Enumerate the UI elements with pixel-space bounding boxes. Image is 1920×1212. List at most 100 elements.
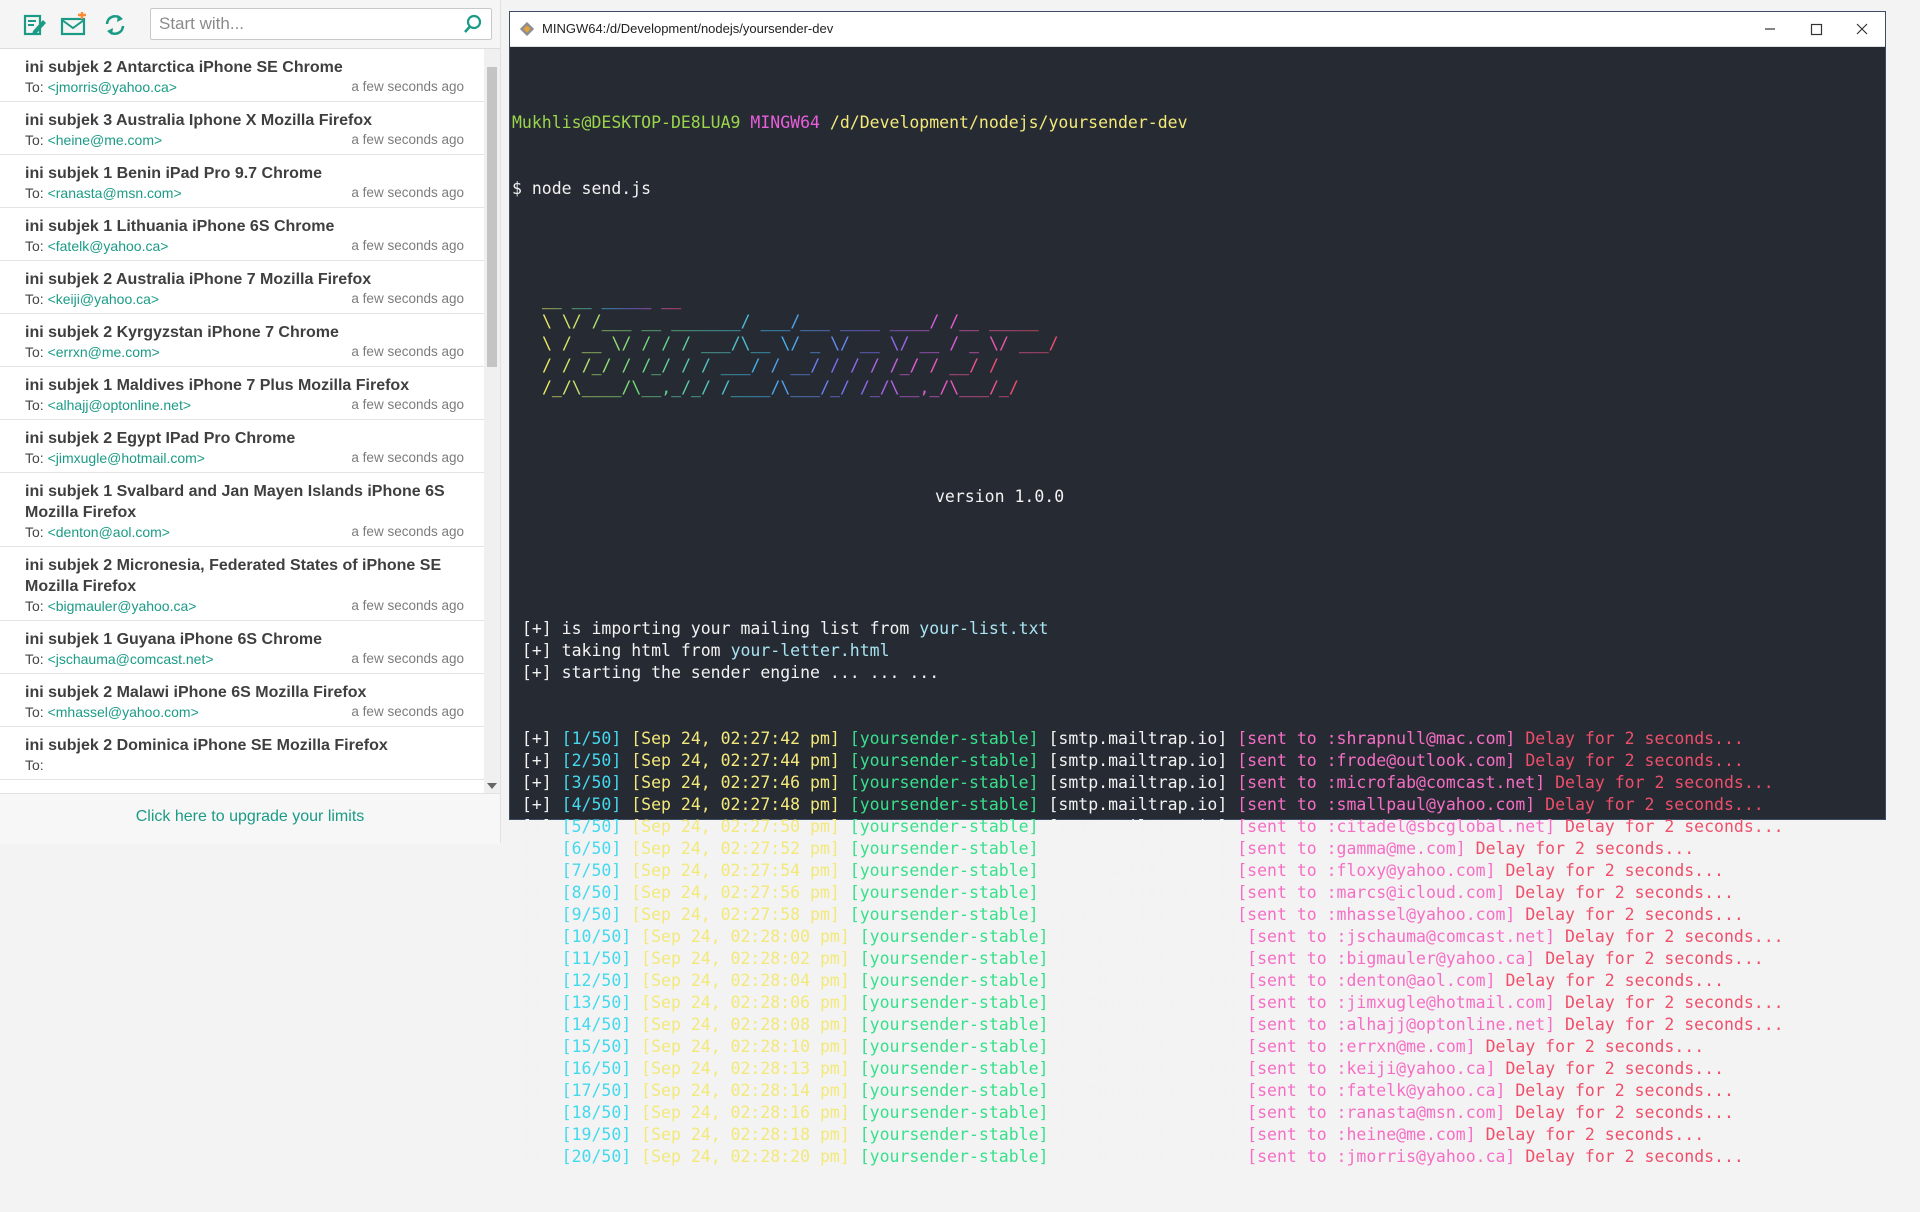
log-smtp: [smtp.mailtrap.io] xyxy=(1048,883,1228,902)
mail-list-item[interactable]: ini subjek 2 Micronesia, Federated State… xyxy=(0,547,484,621)
log-smtp: [smtp.mailtrap.io] xyxy=(1048,795,1228,814)
mail-list-item[interactable]: ini subjek 2 Kyrgyzstan iPhone 7 Chrome T… xyxy=(0,314,484,367)
log-count: [19/50] xyxy=(561,1125,632,1144)
refresh-icon[interactable] xyxy=(102,12,128,38)
log-count: [5/50] xyxy=(561,817,622,836)
mail-meta: To: <jmorris@yahoo.ca> a few seconds ago xyxy=(25,79,474,101)
log-count: [7/50] xyxy=(561,861,622,880)
version-text: version 1.0.0 xyxy=(935,487,1065,506)
close-icon xyxy=(1856,23,1868,35)
mingw-icon xyxy=(519,21,535,37)
terminal-scrollbar[interactable] xyxy=(1869,47,1885,819)
mail-list-item[interactable]: ini subjek 2 Australia iPhone 7 Mozilla … xyxy=(0,261,484,314)
close-button[interactable] xyxy=(1839,12,1885,46)
minimize-button[interactable] xyxy=(1747,12,1793,46)
send-log-line: [+] [5/50] [Sep 24, 02:27:50 pm] [yourse… xyxy=(512,816,1862,838)
mail-list-item[interactable]: ini subjek 2 Dominica iPhone SE Mozilla … xyxy=(0,727,484,780)
mail-list-item[interactable]: ini subjek 1 Guyana iPhone 6S Chrome To: … xyxy=(0,621,484,674)
upgrade-link[interactable]: Click here to upgrade your limits xyxy=(0,808,500,826)
send-log-line: [+] [2/50] [Sep 24, 02:27:44 pm] [yourse… xyxy=(512,750,1862,772)
log-smtp: [smtp.mailtrap.io] xyxy=(1048,905,1228,924)
send-log-line: [+] [7/50] [Sep 24, 02:27:54 pm] [yourse… xyxy=(512,860,1862,882)
log-recipient: [sent to :alhajj@optonline.net] xyxy=(1247,1015,1556,1034)
mail-meta: To: <heine@me.com> a few seconds ago xyxy=(25,132,474,154)
log-count: [14/50] xyxy=(561,1015,632,1034)
mail-meta: To: <ranasta@msn.com> a few seconds ago xyxy=(25,185,474,207)
mail-timestamp: a few seconds ago xyxy=(351,185,464,200)
mail-list-item[interactable]: ini subjek 2 Antarctica iPhone SE Chrome… xyxy=(0,49,484,102)
mail-subject: ini subjek 1 Svalbard and Jan Mayen Isla… xyxy=(25,483,445,521)
mail-meta: To: <errxn@me.com> a few seconds ago xyxy=(25,344,474,366)
send-log-line: [+] [4/50] [Sep 24, 02:27:48 pm] [yourse… xyxy=(512,794,1862,816)
log-prefix: [+] xyxy=(512,861,562,880)
terminal-title: MINGW64:/d/Development/nodejs/yoursender… xyxy=(542,21,834,36)
info-prefix: [+] xyxy=(512,619,562,638)
mail-recipient: <bigmauler@yahoo.ca> xyxy=(47,598,197,614)
mail-list-item[interactable]: ini subjek 2 Egypt IPad Pro Chrome To: <j… xyxy=(0,420,484,473)
scrollbar-thumb[interactable] xyxy=(487,67,497,367)
mail-timestamp: a few seconds ago xyxy=(351,651,464,666)
log-prefix: [+] xyxy=(512,993,562,1012)
mail-list-icon[interactable] xyxy=(60,12,86,38)
log-recipient: [sent to :heine@me.com] xyxy=(1247,1125,1476,1144)
log-engine: [yoursender-stable] xyxy=(859,1147,1049,1166)
mail-list-item[interactable]: ini subjek 1 Maldives iPhone 7 Plus Mozi… xyxy=(0,367,484,420)
log-delay: Delay for 2 seconds... xyxy=(1565,817,1784,836)
log-smtp: [smtp.mailtrap.io] xyxy=(1058,1015,1238,1034)
send-log-line: [+] [13/50] [Sep 24, 02:28:06 pm] [yours… xyxy=(512,992,1862,1014)
mail-list-scrollbar[interactable] xyxy=(484,49,500,793)
terminal-output[interactable]: Mukhlis@DESKTOP-DE8LUA9 MINGW64 /d/Devel… xyxy=(512,68,1862,1166)
log-prefix: [+] xyxy=(512,1015,562,1034)
log-time: [Sep 24, 02:27:42 pm] xyxy=(631,729,840,748)
prompt-user-host: Mukhlis@DESKTOP-DE8LUA9 xyxy=(512,113,741,132)
log-engine: [yoursender-stable] xyxy=(859,1037,1049,1056)
send-log-line: [+] [15/50] [Sep 24, 02:28:10 pm] [yours… xyxy=(512,1036,1862,1058)
log-time: [Sep 24, 02:27:54 pm] xyxy=(631,861,840,880)
mail-subject: ini subjek 2 Kyrgyzstan iPhone 7 Chrome xyxy=(25,324,339,341)
log-time: [Sep 24, 02:27:58 pm] xyxy=(631,905,840,924)
scroll-down-arrow-icon[interactable] xyxy=(487,783,497,789)
log-delay: Delay for 2 seconds... xyxy=(1565,927,1784,946)
log-delay: Delay for 2 seconds... xyxy=(1505,971,1724,990)
send-log-line: [+] [12/50] [Sep 24, 02:28:04 pm] [yours… xyxy=(512,970,1862,992)
mail-list-item[interactable]: ini subjek 3 Australia Iphone X Mozilla … xyxy=(0,102,484,155)
log-prefix: [+] xyxy=(512,1125,562,1144)
mail-subject: ini subjek 3 Australia Iphone X Mozilla … xyxy=(25,112,373,129)
mail-list-item[interactable]: ini subjek 1 Lithuania iPhone 6S Chrome T… xyxy=(0,208,484,261)
log-count: [17/50] xyxy=(561,1081,632,1100)
maximize-button[interactable] xyxy=(1793,12,1839,46)
compose-icon[interactable] xyxy=(22,12,48,38)
send-log-line: [+] [14/50] [Sep 24, 02:28:08 pm] [yours… xyxy=(512,1014,1862,1036)
log-count: [2/50] xyxy=(561,751,622,770)
log-recipient: [sent to :floxy@yahoo.com] xyxy=(1237,861,1496,880)
mail-list-item[interactable]: ini subjek 1 Benin iPad Pro 9.7 Chrome To… xyxy=(0,155,484,208)
info-line: [+] is importing your mailing list from … xyxy=(512,618,1862,640)
log-engine: [yoursender-stable] xyxy=(859,993,1049,1012)
log-delay: Delay for 2 seconds... xyxy=(1525,1147,1744,1166)
log-engine: [yoursender-stable] xyxy=(859,1081,1049,1100)
terminal-window: MINGW64:/d/Development/nodejs/yoursender… xyxy=(510,12,1885,1166)
banner-line: / / /_/ / /_/ / / ___/ / __/ / / / /_/ /… xyxy=(542,356,999,375)
search-input[interactable] xyxy=(151,9,467,39)
mail-subject: ini subjek 2 Antarctica iPhone SE Chrome xyxy=(25,59,343,76)
log-recipient: [sent to :shrapnull@mac.com] xyxy=(1237,729,1516,748)
mail-subject: ini subjek 2 Malawi iPhone 6S Mozilla Fi… xyxy=(25,684,367,701)
mail-to-label: To: xyxy=(25,450,44,466)
send-log: [+] [1/50] [Sep 24, 02:27:42 pm] [yourse… xyxy=(512,728,1862,1168)
log-count: [10/50] xyxy=(561,927,632,946)
upgrade-bar: Click here to upgrade your limits xyxy=(0,793,500,844)
mail-recipient: <mhassel@yahoo.com> xyxy=(47,704,199,720)
log-smtp: [smtp.mailtrap.io] xyxy=(1058,1125,1238,1144)
mail-timestamp: a few seconds ago xyxy=(351,79,464,94)
log-prefix: [+] xyxy=(512,729,562,748)
search-icon[interactable] xyxy=(463,14,483,34)
mail-recipient: <heine@me.com> xyxy=(47,132,163,148)
mail-meta: To: <jimxugle@hotmail.com> a few seconds … xyxy=(25,450,474,472)
mail-list-item[interactable]: ini subjek 1 Svalbard and Jan Mayen Isla… xyxy=(0,473,484,547)
terminal-titlebar[interactable]: MINGW64:/d/Development/nodejs/yoursender… xyxy=(510,12,1885,47)
mail-list-item[interactable]: ini subjek 2 Malawi iPhone 6S Mozilla Fi… xyxy=(0,674,484,727)
log-smtp: [smtp.mailtrap.io] xyxy=(1048,729,1228,748)
log-prefix: [+] xyxy=(512,1147,562,1166)
mail-meta: To: <alhajj@optonline.net> a few seconds … xyxy=(25,397,474,419)
mail-to-label: To: xyxy=(25,132,44,148)
